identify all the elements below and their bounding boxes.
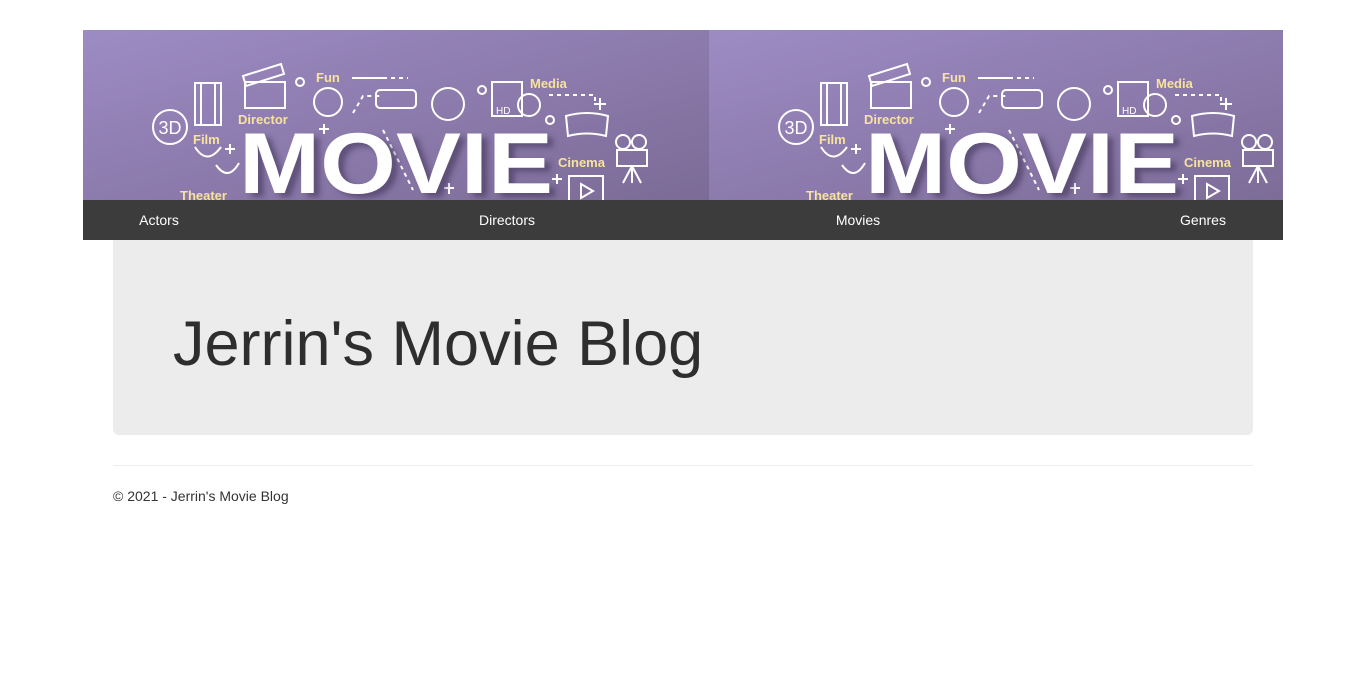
banner-tile: 3D HD Fun Media Director Film Cinema The… (709, 30, 1283, 200)
page-title: Jerrin's Movie Blog (173, 309, 704, 379)
banner-3d-text: 3D (784, 118, 807, 138)
banner-theater-text: Theater (180, 188, 227, 200)
banner-tile: 3D HD Fun Media Director Film Cinema The… (83, 30, 709, 200)
banner-theater-text: Theater (806, 188, 853, 200)
banner-film-text: Film (193, 132, 220, 147)
banner-media-text: Media (530, 76, 568, 91)
banner-3d-text: 3D (158, 118, 181, 138)
nav-item-actors[interactable]: Actors (139, 200, 179, 240)
nav-item-movies[interactable]: Movies (836, 200, 880, 240)
footer-divider (113, 465, 1253, 466)
main-nav: Actors Directors Movies Genres (83, 200, 1283, 240)
banner-fun-text: Fun (942, 70, 966, 85)
nav-item-genres[interactable]: Genres (1180, 200, 1226, 240)
jumbotron: Jerrin's Movie Blog (113, 240, 1253, 435)
banner-movie-word: MOVIE (239, 116, 553, 200)
banner-media-text: Media (1156, 76, 1194, 91)
banner-movie-word: MOVIE (865, 116, 1179, 200)
movie-banner-image: 3D HD Fun Media Director Film Cinema The… (709, 30, 1283, 200)
banner-film-text: Film (819, 132, 846, 147)
movie-banner-image: 3D HD Fun Media Director Film Cinema The… (83, 30, 709, 200)
footer-copyright: © 2021 - Jerrin's Movie Blog (113, 488, 289, 504)
banner-cinema-text: Cinema (1184, 155, 1232, 170)
header-banner: 3D HD Fun Media Director Film Cinema The… (83, 30, 1283, 200)
nav-item-directors[interactable]: Directors (479, 200, 535, 240)
banner-cinema-text: Cinema (558, 155, 606, 170)
banner-fun-text: Fun (316, 70, 340, 85)
